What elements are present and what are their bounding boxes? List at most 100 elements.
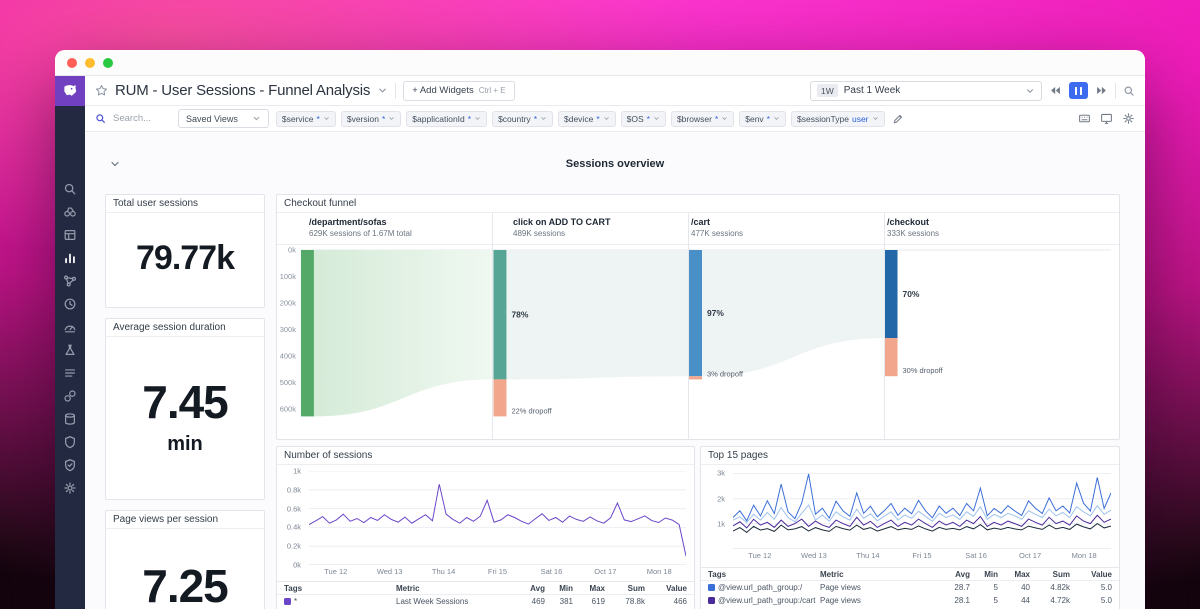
x-axis-labels: Tue 12Wed 13Thu 14Fri 15Sat 16Oct 17Mon … — [733, 551, 1111, 561]
edit-variables-pencil-icon[interactable] — [892, 113, 904, 125]
time-chevron-down-icon — [1025, 86, 1035, 96]
funnel-chart[interactable]: 78%22% dropoff97%3% dropoff70%30% dropof… — [277, 245, 1119, 433]
table-row[interactable]: @view.url_path_group:/cartPage views28.1… — [701, 594, 1119, 607]
funnel-step-4[interactable]: /checkout333K sessions — [887, 217, 939, 238]
svg-text:500k: 500k — [280, 378, 296, 387]
widget-title: Page views per session — [106, 511, 264, 529]
y-axis-labels: 3k2k1k — [701, 471, 729, 549]
header-search-icon[interactable] — [1123, 85, 1135, 97]
saved-views-dropdown[interactable]: Saved Views — [178, 109, 269, 128]
funnel-column-divider — [688, 213, 689, 439]
nav-monitors-icon[interactable] — [62, 297, 78, 311]
widget-title: Average session duration — [106, 319, 264, 337]
total-user-sessions-widget: Total user sessions 79.77k — [105, 194, 265, 308]
variable-pill-version[interactable]: $version* — [341, 111, 401, 127]
divider — [1115, 83, 1116, 99]
variable-pill-country[interactable]: $country* — [492, 111, 553, 127]
pages-summary-table: TagsMetricAvgMinMaxSumValue@view.url_pat… — [701, 567, 1119, 609]
divider — [395, 83, 396, 99]
svg-text:600k: 600k — [280, 404, 296, 413]
nav-integrations-icon[interactable] — [62, 389, 78, 403]
settings-gear-icon[interactable] — [1122, 112, 1135, 125]
minimize-button[interactable] — [85, 58, 95, 68]
time-range-label: Past 1 Week — [844, 85, 1019, 96]
nav-search-icon[interactable] — [62, 182, 78, 196]
time-range-selector[interactable]: 1W Past 1 Week — [810, 81, 1042, 101]
title-chevron-down-icon[interactable] — [377, 85, 388, 96]
variable-pill-device[interactable]: $device* — [558, 111, 616, 127]
number-of-sessions-widget: Number of sessions 1k0.8k0.6k0.4k0.2k0k … — [276, 446, 695, 609]
avg-session-duration-widget: Average session duration 7.45 min — [105, 318, 265, 500]
pages-line-chart[interactable] — [733, 471, 1111, 549]
chevron-down-icon — [252, 114, 261, 123]
table-row[interactable]: @view.url_path_group:/Page views28.75404… — [701, 581, 1119, 594]
chevron-down-icon — [872, 115, 879, 122]
main-panel: RUM - User Sessions - Funnel Analysis + … — [85, 76, 1145, 609]
sessions-summary-table: TagsMetricAvgMinMaxSumValue*Last Week Se… — [277, 581, 694, 608]
funnel-step-3[interactable]: /cart477K sessions — [691, 217, 743, 238]
pages-chart-area: 3k2k1k Tue 12Wed 13Thu 14Fri 15Sat 16Oct… — [701, 465, 1119, 563]
chevron-down-icon — [653, 115, 660, 122]
rewind-button[interactable] — [1049, 84, 1062, 97]
svg-text:78%: 78% — [511, 310, 528, 320]
x-axis-labels: Tue 12Wed 13Thu 14Fri 15Sat 16Oct 17Mon … — [309, 567, 686, 577]
variable-pill-service[interactable]: $service* — [276, 111, 336, 127]
nav-watchdog-icon[interactable] — [62, 205, 78, 219]
add-widgets-button[interactable]: + Add Widgets Ctrl + E — [403, 81, 514, 101]
forward-button[interactable] — [1095, 84, 1108, 97]
filters-toolbar: Saved Views $service* $version* $applicati… — [85, 106, 1145, 132]
avg-duration-unit: min — [106, 433, 264, 456]
collapse-section-chevron-icon[interactable] — [109, 158, 121, 170]
variable-pill-applicationId[interactable]: $applicationId* — [406, 111, 487, 127]
time-range-chip: 1W — [817, 84, 838, 97]
svg-text:300k: 300k — [280, 325, 296, 334]
variable-pill-browser[interactable]: $browser* — [671, 111, 734, 127]
table-row[interactable]: *Last Week Sessions46938161978.8k466 — [277, 595, 694, 608]
close-button[interactable] — [67, 58, 77, 68]
nav-security-icon[interactable] — [62, 435, 78, 449]
widget-title: Top 15 pages — [701, 447, 1119, 465]
dashboard-canvas: Sessions overview Total user sessions 79… — [85, 132, 1145, 609]
nav-synthetics-icon[interactable] — [62, 320, 78, 334]
nav-dashboards-icon[interactable] — [62, 228, 78, 242]
left-nav — [55, 76, 85, 609]
nav-rum-icon[interactable] — [62, 343, 78, 357]
funnel-column-divider — [492, 213, 493, 439]
nav-apm-icon[interactable] — [62, 274, 78, 288]
nav-metrics-icon[interactable] — [62, 412, 78, 426]
search-icon — [95, 113, 106, 124]
variable-pill-sessionType[interactable]: $sessionTypeuser — [791, 111, 885, 127]
avg-duration-value: 7.45 — [106, 375, 264, 429]
funnel-step-2[interactable]: click on ADD TO CART489K sessions — [513, 217, 611, 238]
zoom-button[interactable] — [103, 58, 113, 68]
window-titlebar — [55, 50, 1145, 76]
search-input[interactable] — [113, 113, 171, 124]
dashboard-header: RUM - User Sessions - Funnel Analysis + … — [85, 76, 1145, 106]
app-frame: RUM - User Sessions - Funnel Analysis + … — [55, 76, 1145, 609]
page-views-value: 7.25 — [106, 559, 264, 609]
nav-compliance-icon[interactable] — [62, 458, 78, 472]
funnel-column-divider — [884, 213, 885, 439]
svg-text:22% dropoff: 22% dropoff — [511, 406, 552, 415]
widget-title: Total user sessions — [106, 195, 264, 213]
favorite-star-icon[interactable] — [95, 84, 108, 97]
nav-infrastructure-icon[interactable] — [62, 251, 78, 265]
variable-pill-OS[interactable]: $OS* — [621, 111, 666, 127]
nav-logs-icon[interactable] — [62, 366, 78, 380]
chevron-down-icon — [540, 115, 547, 122]
tv-mode-icon[interactable] — [1100, 112, 1113, 125]
svg-text:97%: 97% — [707, 308, 724, 318]
svg-text:70%: 70% — [903, 289, 920, 299]
funnel-step-headers: /department/sofas629K sessions of 1.67M … — [277, 213, 1119, 245]
pause-button[interactable] — [1069, 82, 1088, 99]
variable-pill-env[interactable]: $env* — [739, 111, 786, 127]
widget-title: Number of sessions — [277, 447, 694, 465]
funnel-step-1[interactable]: /department/sofas629K sessions of 1.67M … — [309, 217, 412, 238]
y-axis-labels: 1k0.8k0.6k0.4k0.2k0k — [277, 471, 305, 565]
datadog-logo-icon[interactable] — [55, 76, 85, 106]
sessions-line-chart[interactable] — [309, 471, 686, 565]
shortcuts-grid-icon[interactable] — [1078, 112, 1091, 125]
svg-text:0k: 0k — [288, 245, 296, 254]
nav-settings-icon[interactable] — [62, 481, 78, 495]
svg-text:3% dropoff: 3% dropoff — [707, 369, 744, 378]
